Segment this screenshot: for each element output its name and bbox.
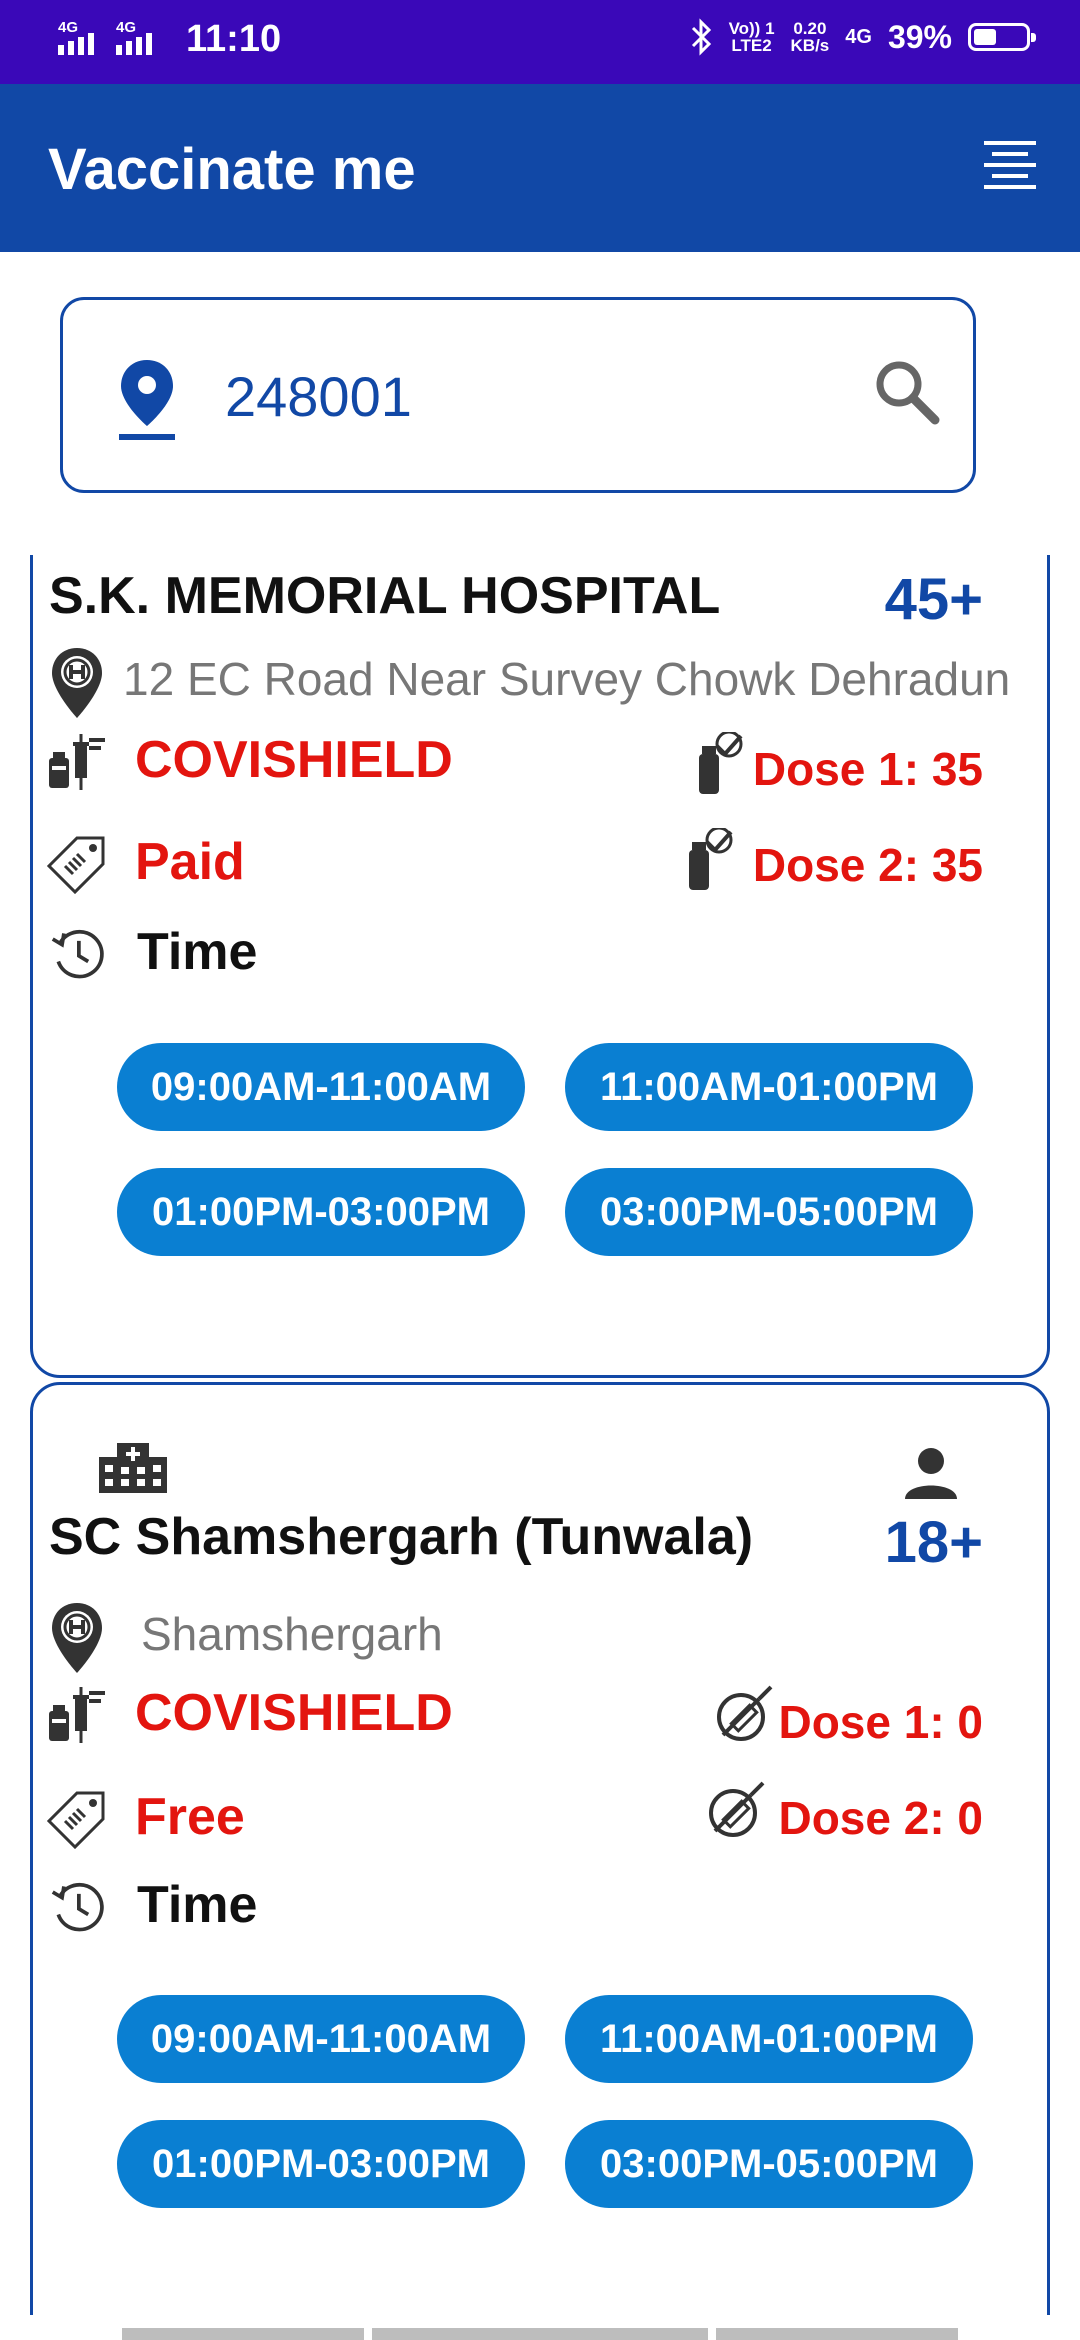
dose2-capacity: Dose 2: 0	[778, 1792, 983, 1844]
center-card[interactable]: SC Shamshergarh (Tunwala) 18+ Shamsherga…	[30, 1382, 1050, 2315]
time-slot-button[interactable]: 01:00PM-03:00PM	[117, 2120, 525, 2208]
pincode-search-box	[60, 297, 976, 493]
center-name: SC Shamshergarh (Tunwala)	[49, 1508, 754, 1566]
time-slot-button[interactable]: 09:00AM-11:00AM	[117, 1043, 525, 1131]
vaccine-icon	[47, 732, 107, 792]
clock-icon	[49, 926, 105, 982]
time-label: Time	[137, 1876, 258, 1934]
vaccine-name: COVISHIELD	[135, 1684, 453, 1742]
time-slot-button[interactable]: 03:00PM-05:00PM	[565, 1168, 973, 1256]
time-slot-button[interactable]: 11:00AM-01:00PM	[565, 1043, 973, 1131]
no-vaccine-icon	[705, 1781, 765, 1841]
price-tag-icon	[47, 834, 107, 894]
center-list[interactable]: S.K. MEMORIAL HOSPITAL 45+ 12 EC Road Ne…	[0, 555, 1080, 2315]
bluetooth-icon	[691, 18, 711, 56]
scroll-edge-hint	[372, 2328, 708, 2340]
no-vaccine-icon	[713, 1685, 773, 1745]
dose1-capacity: Dose 1: 35	[752, 743, 983, 795]
time-slot-button[interactable]: 11:00AM-01:00PM	[565, 1995, 973, 2083]
time-slot-button[interactable]: 03:00PM-05:00PM	[565, 2120, 973, 2208]
fee-type: Paid	[135, 833, 245, 891]
hospital-building-icon	[97, 1437, 169, 1493]
data-network-icon: 4G	[845, 25, 872, 48]
person-icon	[903, 1445, 959, 1501]
time-slot-button[interactable]: 01:00PM-03:00PM	[117, 1168, 525, 1256]
volte-indicator: Vo)) 1 LTE2	[728, 19, 775, 55]
menu-icon[interactable]	[982, 139, 1038, 197]
time-slot-button[interactable]: 09:00AM-11:00AM	[117, 1995, 525, 2083]
status-time: 11:10	[186, 18, 282, 60]
search-icon[interactable]	[871, 356, 943, 428]
clock-icon	[49, 1879, 105, 1935]
vial-check-icon	[693, 732, 743, 796]
fee-type: Free	[135, 1788, 245, 1846]
location-pin-icon	[119, 360, 175, 440]
signal-icon-2: 4G	[116, 19, 164, 55]
hospital-location-icon	[49, 1601, 105, 1677]
hospital-location-icon	[49, 646, 105, 722]
pincode-input[interactable]	[223, 350, 787, 442]
center-card[interactable]: S.K. MEMORIAL HOSPITAL 45+ 12 EC Road Ne…	[30, 555, 1050, 1378]
app-bar: Vaccinate me	[0, 84, 1080, 252]
app-title: Vaccinate me	[48, 137, 416, 202]
status-bar: 4G 4G 11:10 Vo)) 1 LTE2 0.20 KB/s 4G 39%	[0, 0, 1080, 84]
scroll-edge-hint	[122, 2328, 364, 2340]
price-tag-icon	[47, 1789, 107, 1849]
battery-percent: 39%	[887, 18, 952, 55]
signal-icon-1: 4G	[58, 19, 106, 55]
dose1-capacity: Dose 1: 0	[778, 1696, 983, 1748]
vaccine-name: COVISHIELD	[135, 731, 453, 789]
vaccine-icon	[47, 1685, 107, 1745]
scroll-edge-hint	[716, 2328, 958, 2340]
age-limit: 18+	[884, 1510, 983, 1575]
battery-icon	[968, 23, 1036, 51]
center-name: S.K. MEMORIAL HOSPITAL	[49, 567, 721, 625]
age-limit: 45+	[884, 567, 983, 632]
network-speed: 0.20 KB/s	[790, 19, 830, 55]
time-label: Time	[137, 923, 258, 981]
dose2-capacity: Dose 2: 35	[752, 839, 983, 891]
center-address: Shamshergarh	[141, 1608, 443, 1660]
vial-check-icon	[683, 828, 733, 892]
center-address: 12 EC Road Near Survey Chowk Dehradun	[123, 653, 1011, 705]
